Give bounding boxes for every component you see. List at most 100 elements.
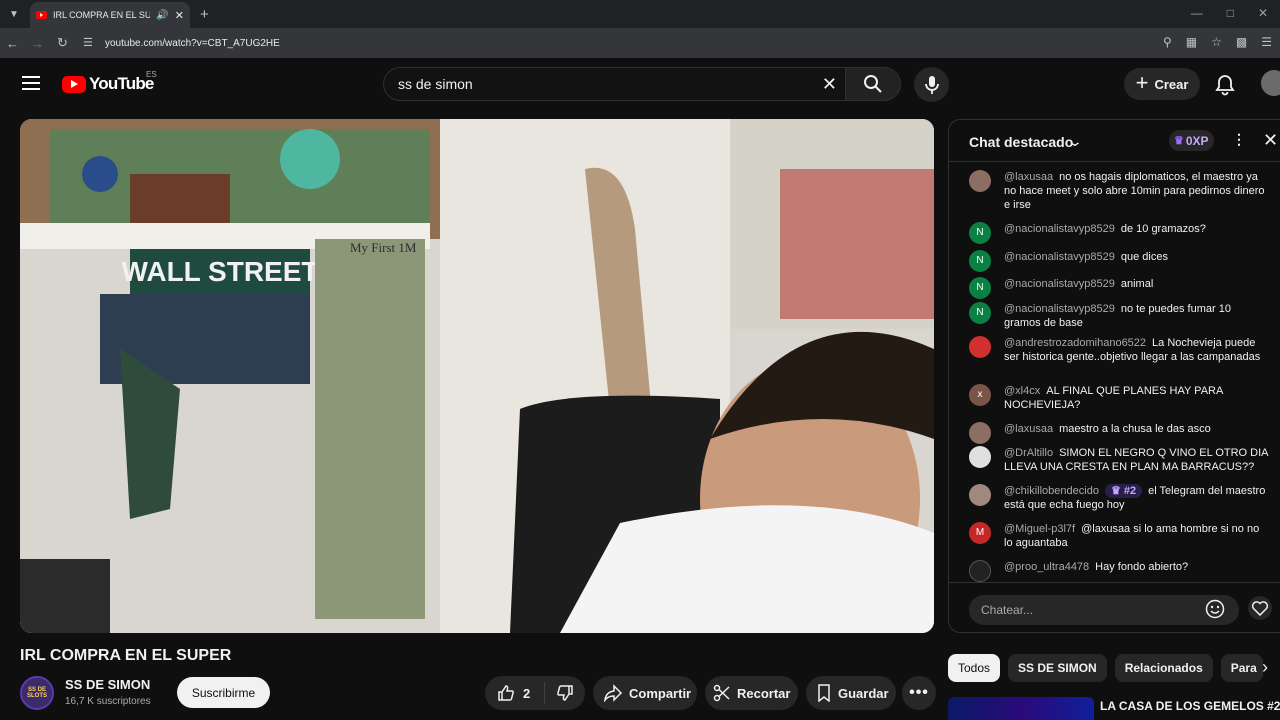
account-avatar[interactable]: [1261, 70, 1280, 96]
tab-close-icon[interactable]: ✕: [175, 9, 184, 22]
forward-icon[interactable]: →: [25, 36, 50, 51]
chevron-down-icon[interactable]: ⌄: [1067, 133, 1083, 150]
share-button[interactable]: Compartir: [593, 676, 697, 710]
install-app-icon[interactable]: ▦: [1186, 35, 1197, 49]
chat-author[interactable]: @Miguel-p3l7f: [1004, 523, 1075, 535]
chat-avatar[interactable]: M: [969, 522, 991, 544]
hamburger-menu-icon[interactable]: [22, 76, 40, 90]
chat-author[interactable]: @nacionalistavyp8529: [1004, 223, 1115, 235]
chat-text: Hay fondo abierto?: [1095, 561, 1189, 573]
chat-avatar[interactable]: [969, 336, 991, 358]
extensions-icon[interactable]: ▩: [1236, 35, 1247, 49]
chat-author[interactable]: @laxusaa: [1004, 423, 1053, 435]
more-dots-icon: •••: [909, 684, 929, 701]
zoom-icon[interactable]: ⚲: [1163, 35, 1172, 49]
recommendation-thumbnail[interactable]: [948, 697, 1094, 720]
create-button[interactable]: + Crear: [1124, 68, 1200, 100]
dislike-button[interactable]: [545, 684, 585, 702]
chat-avatar[interactable]: [969, 446, 991, 468]
video-player[interactable]: WALL STREET My First 1M: [20, 119, 934, 633]
chat-avatar[interactable]: N: [969, 277, 991, 299]
chat-message: M @Miguel-p3l7f @laxusaa si lo ama hombre…: [969, 522, 1269, 550]
subscribe-button[interactable]: Suscribirme: [177, 677, 270, 708]
emoji-icon[interactable]: [1205, 599, 1225, 619]
bookmark-star-icon[interactable]: ☆: [1211, 35, 1222, 49]
chat-more-icon[interactable]: ⋮: [1232, 131, 1246, 148]
clear-search-icon[interactable]: ✕: [822, 74, 837, 95]
region-code: ES: [146, 70, 157, 79]
audio-playing-icon[interactable]: 🔊: [156, 10, 168, 21]
chip-related[interactable]: Relacionados: [1114, 654, 1213, 682]
close-chat-icon[interactable]: ✕: [1263, 130, 1278, 151]
chat-message: N @nacionalistavyp8529 no te puedes fumar…: [969, 302, 1269, 330]
chat-author[interactable]: @proo_ultra4478: [1004, 561, 1089, 573]
youtube-logo[interactable]: YouTube: [62, 74, 154, 94]
search-icon: [864, 75, 882, 93]
chip-channel[interactable]: SS DE SIMON: [1008, 654, 1107, 682]
chip-all[interactable]: Todos: [948, 654, 1001, 682]
thumbs-up-icon: [498, 685, 514, 701]
chat-avatar[interactable]: [969, 560, 991, 582]
like-button[interactable]: 2: [485, 682, 545, 704]
minimize-icon[interactable]: —: [1191, 6, 1203, 20]
chat-avatar[interactable]: [969, 422, 991, 444]
reload-icon[interactable]: ↻: [50, 35, 75, 51]
address-bar[interactable]: ☰ youtube.com/watch?v=CBT_A7UG2HE: [83, 31, 1203, 55]
xp-value: 0XP: [1185, 133, 1209, 148]
reading-list-icon[interactable]: ☰: [1261, 35, 1272, 49]
recommendation-title[interactable]: LA CASA DE LOS GEMELOS #2 |: [1100, 699, 1280, 713]
like-count: 2: [523, 685, 531, 701]
more-actions-button[interactable]: •••: [902, 676, 936, 710]
thumbs-down-icon: [557, 685, 573, 701]
chat-author[interactable]: @nacionalistavyp8529: [1004, 303, 1115, 315]
chat-mode-title[interactable]: Chat destacado: [969, 134, 1073, 150]
crown-icon: ♛: [1174, 135, 1184, 147]
back-icon[interactable]: ←: [0, 36, 25, 51]
address-url[interactable]: youtube.com/watch?v=CBT_A7UG2HE: [105, 38, 280, 49]
xp-badge[interactable]: ♛ 0XP: [1169, 130, 1214, 151]
search-button[interactable]: [845, 67, 901, 101]
channel-avatar[interactable]: SS DE SLOTS: [20, 676, 54, 710]
subscriber-count: 16,7 K suscriptores: [65, 696, 151, 707]
browser-tab[interactable]: IRL COMPRA EN EL SUPER 🔊 ✕: [30, 2, 190, 28]
chat-avatar[interactable]: N: [969, 250, 991, 272]
chat-avatar[interactable]: x: [969, 384, 991, 406]
chat-author[interactable]: @nacionalistavyp8529: [1004, 278, 1115, 290]
youtube-play-logo-icon: [62, 75, 86, 93]
notifications-bell-icon[interactable]: [1214, 74, 1236, 96]
search-input[interactable]: ss de simon ✕: [383, 67, 845, 101]
scissors-icon: [713, 684, 730, 702]
bookmark-icon: [818, 684, 830, 702]
site-info-icon[interactable]: ☰: [83, 36, 97, 50]
chat-input[interactable]: Chatear...: [969, 595, 1239, 625]
new-tab-button[interactable]: +: [200, 6, 209, 23]
plus-icon: +: [1135, 69, 1149, 95]
chevron-right-icon[interactable]: ›: [1262, 657, 1268, 678]
chat-author[interactable]: @xl4cx: [1004, 385, 1040, 397]
save-button[interactable]: Guardar: [806, 676, 896, 710]
chat-author[interactable]: @laxusaa: [1004, 171, 1053, 183]
maximize-icon[interactable]: □: [1227, 6, 1234, 20]
chip-for-you[interactable]: Para: [1220, 654, 1263, 682]
reaction-button[interactable]: [1248, 596, 1272, 620]
chat-input-placeholder: Chatear...: [981, 603, 1034, 617]
chat-message: @laxusaa maestro a la chusa le das asco: [969, 422, 1269, 444]
chat-avatar[interactable]: [969, 484, 991, 506]
youtube-favicon-icon: [36, 11, 47, 19]
search-value[interactable]: ss de simon: [398, 76, 473, 92]
chat-avatar[interactable]: N: [969, 302, 991, 324]
chat-author[interactable]: @chikillobendecido: [1004, 485, 1099, 497]
clip-button[interactable]: Recortar: [705, 676, 798, 710]
tab-list-button[interactable]: ▼: [0, 0, 28, 28]
chat-message: N @nacionalistavyp8529 que dices: [969, 250, 1269, 272]
window-close-icon[interactable]: ✕: [1258, 6, 1268, 20]
share-icon: [603, 684, 623, 702]
chat-avatar[interactable]: N: [969, 222, 991, 244]
channel-name[interactable]: SS DE SIMON: [65, 677, 150, 692]
voice-search-button[interactable]: [914, 67, 949, 102]
chat-author[interactable]: @andrestrozadomihano6522: [1004, 337, 1146, 349]
microphone-icon: [924, 75, 939, 94]
chat-avatar[interactable]: [969, 170, 991, 192]
chat-author[interactable]: @DrAltillo: [1004, 447, 1053, 459]
chat-author[interactable]: @nacionalistavyp8529: [1004, 251, 1115, 263]
